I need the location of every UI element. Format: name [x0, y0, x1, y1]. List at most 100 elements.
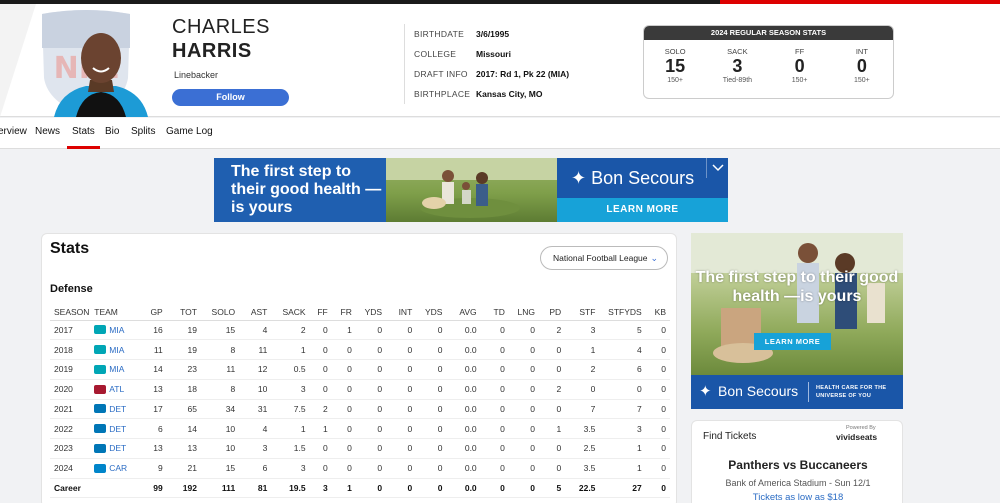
table-row: 2020 ATL 13 18 8 10 3 0 0 0 0 0 0.0 0 0 2 0 0 0	[50, 379, 670, 400]
tab-bio[interactable]: Bio	[105, 126, 119, 137]
column-header: PD	[539, 304, 566, 321]
banner-ad[interactable]: The first step to their good health —is …	[214, 158, 728, 222]
stat-cell: 2	[565, 359, 600, 380]
stat-cell: 18	[166, 379, 201, 400]
season-cell: 2023	[50, 438, 91, 459]
powered-by-label: Powered By	[846, 425, 876, 431]
career-stat-cell: 0	[386, 478, 417, 499]
player-position: Linebacker	[174, 70, 219, 80]
stat-cell: 7.5	[271, 399, 310, 420]
stat-cell: 0	[416, 399, 447, 420]
team-link[interactable]: ATL	[109, 384, 124, 394]
column-header: TD	[480, 304, 509, 321]
tab-overview[interactable]: erview	[0, 126, 27, 137]
season-stat-label: FF	[795, 47, 805, 56]
stat-cell: 0	[355, 418, 387, 439]
team-link[interactable]: CAR	[109, 463, 127, 473]
table-row: 2019 MIA 14 23 11 12 0.5 0 0 0 0 0 0.0 0 0 0 2 6 0	[50, 359, 670, 380]
stat-cell: 0	[508, 458, 540, 479]
column-header: TOT	[166, 304, 201, 321]
follow-button[interactable]: Follow	[172, 89, 289, 106]
chevron-down-icon: ⌄	[650, 253, 658, 263]
career-stat-cell: 5	[539, 478, 566, 499]
stat-cell: 3	[271, 458, 310, 479]
team-link[interactable]: MIA	[109, 325, 124, 335]
team-cell: DET	[90, 418, 139, 439]
season-stat-sack: SACK 3 Tied-89th	[706, 40, 768, 84]
column-header: FR	[331, 304, 356, 321]
bio-row-college: COLLEGE Missouri	[414, 44, 569, 64]
tickets-matchup[interactable]: Panthers vs Buccaneers	[692, 458, 904, 472]
stat-cell: 0	[599, 379, 646, 400]
team-link[interactable]: MIA	[109, 364, 124, 374]
team-cell: DET	[90, 438, 139, 459]
bio-value: 3/6/1995	[476, 29, 510, 39]
stat-cell: 10	[239, 379, 272, 400]
stat-cell: 1	[331, 320, 356, 341]
stat-cell: 19	[166, 320, 201, 341]
player-nav: erview News Stats Bio Splits Game Log	[0, 118, 1000, 149]
stat-cell: 0	[386, 458, 417, 479]
stat-cell: 0	[645, 320, 670, 341]
stat-cell: 14	[138, 359, 167, 380]
league-select-value: National Football League	[553, 253, 648, 263]
league-select[interactable]: National Football League ⌄	[540, 246, 668, 270]
stat-cell: 0	[416, 359, 447, 380]
stat-cell: 11	[200, 359, 240, 380]
player-header: NFL CHARLES HARRIS Linebacker Follow BIR…	[0, 4, 1000, 117]
career-stat-cell: 22.5	[565, 478, 600, 499]
career-label: Career	[50, 478, 139, 499]
stat-cell: 0	[645, 438, 670, 459]
stat-cell: 0	[480, 399, 509, 420]
stat-cell: 0	[539, 399, 566, 420]
stat-cell: 0	[508, 399, 540, 420]
stat-cell: 13	[138, 438, 167, 459]
stat-cell: 10	[200, 418, 240, 439]
section-title: Defense	[50, 283, 93, 295]
season-cell: 2017	[50, 320, 91, 341]
stat-cell: 0	[539, 359, 566, 380]
tab-game-log[interactable]: Game Log	[166, 126, 213, 137]
bio-label: DRAFT INFO	[414, 69, 468, 79]
stat-cell: 1	[599, 438, 646, 459]
stat-cell: 0	[309, 458, 332, 479]
team-link[interactable]: DET	[109, 404, 126, 414]
team-cell: MIA	[90, 320, 139, 341]
side-ad-learn-more-button[interactable]: LEARN MORE	[754, 333, 831, 350]
bio-label: BIRTHPLACE	[414, 89, 471, 99]
stat-cell: 0	[386, 438, 417, 459]
team-link[interactable]: DET	[109, 443, 126, 453]
stats-card: Stats National Football League ⌄ Defense…	[41, 233, 677, 503]
stat-cell: 6	[138, 418, 167, 439]
team-link[interactable]: MIA	[109, 345, 124, 355]
bio-value: Kansas City, MO	[476, 89, 543, 99]
stat-cell: 0	[355, 399, 387, 420]
stat-cell: 2	[271, 320, 310, 341]
stat-cell: 0	[386, 320, 417, 341]
career-stat-cell: 0	[645, 478, 670, 499]
team-link[interactable]: DET	[109, 424, 126, 434]
season-stat-value: 3	[732, 56, 743, 76]
ad-expand-icon[interactable]	[706, 158, 728, 178]
stat-cell: 0	[355, 438, 387, 459]
stat-cell: 0	[416, 418, 447, 439]
stat-cell: 1	[599, 458, 646, 479]
bio-label: COLLEGE	[414, 49, 457, 59]
tickets-title: Find Tickets	[703, 431, 757, 442]
stat-cell: 0	[309, 359, 332, 380]
tab-splits[interactable]: Splits	[131, 126, 155, 137]
ad-learn-more-button[interactable]: LEARN MORE	[557, 198, 728, 222]
stat-cell: 65	[166, 399, 201, 420]
career-stat-cell: 0	[508, 478, 540, 499]
side-ad[interactable]: The first step to their good health —is …	[691, 233, 903, 409]
team-logo-icon	[94, 384, 107, 394]
season-stat-label: SACK	[727, 47, 748, 56]
stat-cell: 0	[416, 458, 447, 479]
career-stat-cell: 99	[138, 478, 167, 499]
bio-row-draft: DRAFT INFO 2017: Rd 1, Pk 22 (MIA)	[414, 64, 569, 84]
team-cell: DET	[90, 399, 139, 420]
stat-cell: 0	[355, 339, 387, 360]
tickets-price-link[interactable]: Tickets as low as $18	[692, 492, 904, 503]
tab-news[interactable]: News	[35, 126, 60, 137]
tab-stats[interactable]: Stats	[72, 126, 95, 137]
